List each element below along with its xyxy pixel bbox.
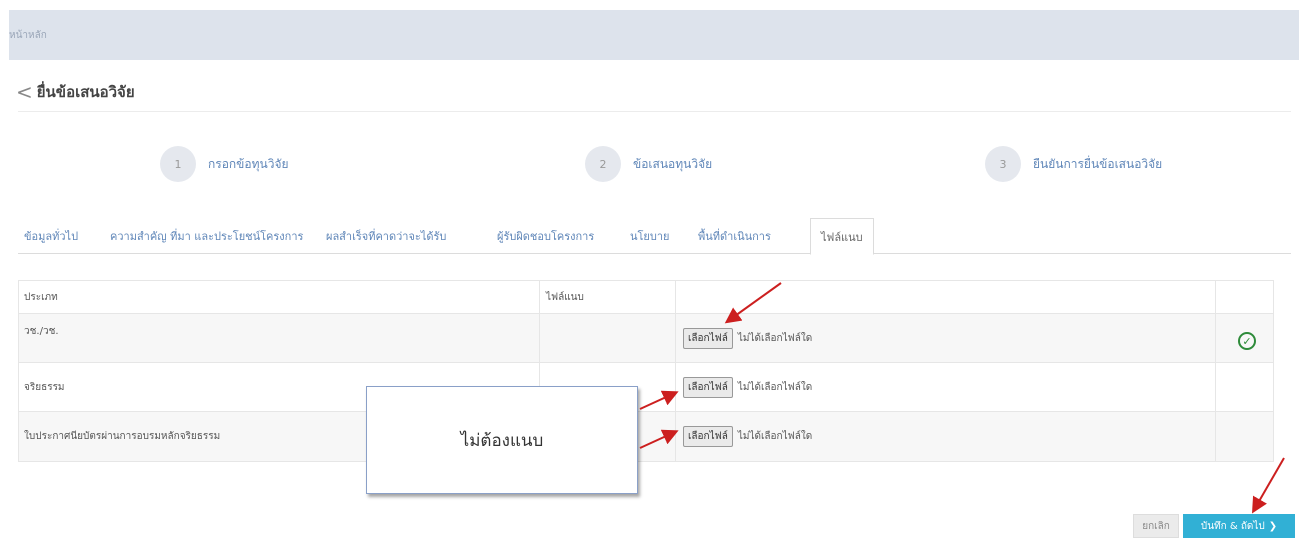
save-next-button[interactable]: บันทึก & ถัดไป ❯ bbox=[1183, 514, 1295, 538]
step-label: กรอกข้อทุนวิจัย bbox=[208, 156, 289, 171]
file-status: ไม่ได้เลือกไฟล์ใด bbox=[737, 381, 813, 393]
table-row: วช./วช. เลือกไฟล์ ไม่ได้เลือกไฟล์ใด bbox=[19, 314, 1273, 363]
tab-project-owner[interactable]: ผู้รับผิดชอบโครงการ bbox=[497, 218, 594, 254]
file-picker: เลือกไฟล์ ไม่ได้เลือกไฟล์ใด bbox=[683, 314, 812, 362]
arrow-icon bbox=[1252, 457, 1285, 514]
file-status: ไม่ได้เลือกไฟล์ใด bbox=[737, 332, 813, 344]
column-header-type: ประเภท bbox=[24, 291, 58, 303]
tab-general-info[interactable]: ข้อมูลทั่วไป bbox=[24, 218, 78, 254]
divider bbox=[18, 111, 1291, 112]
tab-attachments[interactable]: ไฟล์แนบ bbox=[810, 218, 874, 255]
chevron-left-icon[interactable]: < bbox=[16, 82, 33, 102]
step-number: 3 bbox=[985, 146, 1021, 182]
choose-file-button[interactable]: เลือกไฟล์ bbox=[683, 327, 733, 349]
table-row: จริยธรรม เลือกไฟล์ ไม่ได้เลือกไฟล์ใด bbox=[19, 363, 1273, 412]
step-label: ยืนยันการยื่นข้อเสนอวิจัย bbox=[1033, 156, 1163, 171]
tab-expected-results[interactable]: ผลสำเร็จที่คาดว่าจะได้รับ bbox=[326, 218, 446, 254]
table-row: ใบประกาศนียบัตรผ่านการอบรมหลักจริยธรรม เ… bbox=[19, 412, 1273, 461]
page-title: < ยื่นข้อเสนอวิจัย bbox=[16, 80, 135, 104]
top-bar: หน้าหลัก bbox=[9, 10, 1299, 60]
tab-significance[interactable]: ความสำคัญ ที่มา และประโยชน์โครงการ bbox=[110, 218, 303, 254]
row-type: ใบประกาศนียบัตรผ่านการอบรมหลักจริยธรรม bbox=[24, 431, 221, 442]
tab-policy[interactable]: นโยบาย bbox=[630, 218, 669, 254]
file-status: ไม่ได้เลือกไฟล์ใด bbox=[737, 431, 813, 442]
check-circle-icon: ✓ bbox=[1238, 332, 1256, 350]
cancel-button[interactable]: ยกเลิก bbox=[1133, 514, 1179, 538]
file-picker: เลือกไฟล์ ไม่ได้เลือกไฟล์ใด bbox=[683, 412, 812, 461]
step-label: ข้อเสนอทุนวิจัย bbox=[633, 156, 713, 171]
choose-file-button[interactable]: เลือกไฟล์ bbox=[683, 376, 733, 398]
annotation-callout: ไม่ต้องแนบ bbox=[366, 386, 638, 494]
page-title-text: ยื่นข้อเสนอวิจัย bbox=[36, 83, 135, 101]
step-number: 2 bbox=[585, 146, 621, 182]
tab-operation-area[interactable]: พื้นที่ดำเนินการ bbox=[698, 218, 771, 254]
choose-file-button[interactable]: เลือกไฟล์ bbox=[683, 426, 733, 447]
file-picker: เลือกไฟล์ ไม่ได้เลือกไฟล์ใด bbox=[683, 363, 812, 411]
save-next-label: บันทึก & ถัดไป bbox=[1200, 520, 1265, 532]
tab-bar: ข้อมูลทั่วไป ความสำคัญ ที่มา และประโยชน์… bbox=[18, 218, 1291, 255]
row-type: จริยธรรม bbox=[24, 381, 65, 393]
step-3: 3 ยืนยันการยื่นข้อเสนอวิจัย bbox=[985, 146, 1162, 182]
row-type: วช./วช. bbox=[24, 326, 59, 337]
breadcrumb[interactable]: หน้าหลัก bbox=[9, 28, 47, 43]
chevron-right-icon: ❯ bbox=[1268, 520, 1278, 532]
attachments-table: ประเภท ไฟล์แนบ วช./วช. เลือกไฟล์ ไม่ได้เ… bbox=[18, 280, 1274, 462]
step-1: 1 กรอกข้อทุนวิจัย bbox=[160, 146, 289, 182]
step-number: 1 bbox=[160, 146, 196, 182]
step-2: 2 ข้อเสนอทุนวิจัย bbox=[585, 146, 712, 182]
column-header-attachment: ไฟล์แนบ bbox=[546, 291, 584, 303]
table-header-row: ประเภท ไฟล์แนบ bbox=[19, 281, 1273, 314]
